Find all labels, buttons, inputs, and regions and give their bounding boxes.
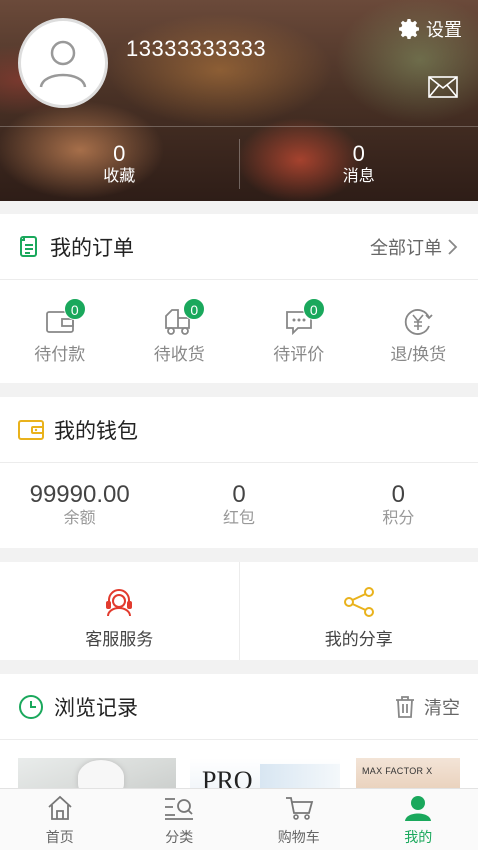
trash-icon — [396, 695, 414, 718]
chevron-right-icon — [448, 238, 458, 255]
orders-card: 我的订单 全部订单 0 待付款 0 待收货 0 待评价 退/换货 — [0, 214, 478, 383]
messages-stat[interactable]: 0 消息 — [240, 127, 478, 201]
clock-icon — [19, 694, 43, 719]
pending-receipt-badge: 0 — [183, 298, 206, 320]
order-pending-review-label: 待评价 — [273, 345, 325, 364]
balance-value: 99990.00 — [29, 481, 130, 508]
order-refund-exchange-label: 退/换货 — [390, 345, 447, 364]
tab-category-label: 分类 — [165, 829, 194, 845]
messages-label: 消息 — [342, 168, 375, 185]
tab-home[interactable]: 首页 — [0, 789, 120, 850]
product-thumb-3-brand: MAX FACTOR X — [362, 766, 433, 776]
clear-history-button[interactable]: 清空 — [394, 694, 460, 720]
favorites-count: 0 — [113, 141, 126, 166]
order-pending-payment-label: 待付款 — [34, 345, 86, 364]
mail-button[interactable] — [428, 76, 458, 103]
favorites-label: 收藏 — [103, 168, 136, 185]
my-share-button[interactable]: 我的分享 — [240, 562, 478, 660]
envelope-icon — [428, 76, 458, 98]
clear-history-label: 清空 — [424, 697, 460, 718]
stats-bar: 0 收藏 0 消息 — [0, 126, 478, 201]
profile-header: 13333333333 设置 0 收藏 0 消息 — [0, 0, 478, 201]
order-pending-receipt[interactable]: 0 待收货 — [120, 280, 240, 382]
messages-count: 0 — [352, 141, 365, 166]
wallet-row: 99990.00 余额 0 红包 0 积分 — [0, 463, 478, 547]
wallet-icon — [18, 419, 44, 440]
tab-mine-label: 我的 — [404, 829, 433, 845]
balance-label: 余额 — [63, 510, 96, 527]
customer-service-label: 客服服务 — [85, 630, 154, 649]
yen-refund-icon — [405, 309, 433, 335]
wallet-title: 我的钱包 — [54, 419, 138, 443]
order-refund-exchange[interactable]: 退/换货 — [359, 280, 478, 382]
category-search-icon — [165, 798, 194, 820]
red-packet-value: 0 — [232, 481, 246, 508]
order-pending-receipt-label: 待收货 — [153, 345, 205, 364]
balance-item[interactable]: 99990.00 余额 — [0, 463, 159, 547]
history-title: 浏览记录 — [54, 696, 138, 720]
cart-icon — [285, 797, 313, 820]
orders-header: 我的订单 全部订单 — [0, 214, 478, 280]
points-value: 0 — [391, 481, 405, 508]
order-list-icon — [20, 235, 37, 257]
pending-review-badge: 0 — [302, 298, 325, 320]
points-label: 积分 — [382, 510, 415, 527]
user-avatar-icon — [39, 40, 87, 88]
pending-payment-badge: 0 — [63, 298, 86, 320]
order-status-row: 0 待付款 0 待收货 0 待评价 退/换货 — [0, 280, 478, 382]
my-share-label: 我的分享 — [324, 630, 393, 649]
red-packet-label: 红包 — [222, 510, 255, 527]
user-phone: 13333333333 — [126, 36, 267, 61]
tab-mine[interactable]: 我的 — [359, 789, 478, 850]
services-card: 客服服务 我的分享 — [0, 562, 478, 660]
bottom-tab-bar: 首页 分类 购物车 我的 — [0, 788, 478, 850]
favorites-stat[interactable]: 0 收藏 — [0, 127, 239, 201]
wallet-header: 我的钱包 — [0, 397, 478, 463]
all-orders-label: 全部订单 — [370, 237, 442, 258]
customer-service-button[interactable]: 客服服务 — [0, 562, 239, 660]
history-header: 浏览记录 清空 — [0, 674, 478, 740]
tab-home-label: 首页 — [45, 829, 74, 845]
headset-icon — [106, 589, 133, 617]
points-item[interactable]: 0 积分 — [319, 463, 478, 547]
wallet-card: 我的钱包 99990.00 余额 0 红包 0 积分 — [0, 397, 478, 548]
avatar[interactable] — [18, 18, 108, 108]
order-pending-payment[interactable]: 0 待付款 — [0, 280, 120, 382]
red-packet-item[interactable]: 0 红包 — [159, 463, 318, 547]
settings-label: 设置 — [426, 20, 462, 40]
all-orders-link[interactable]: 全部订单 — [370, 234, 460, 260]
gear-icon — [399, 19, 419, 39]
order-pending-review[interactable]: 0 待评价 — [239, 280, 359, 382]
home-icon — [48, 795, 72, 820]
tab-category[interactable]: 分类 — [120, 789, 240, 850]
orders-title: 我的订单 — [50, 236, 134, 260]
share-icon — [343, 587, 374, 617]
tab-cart-label: 购物车 — [277, 829, 320, 845]
tab-cart[interactable]: 购物车 — [239, 789, 359, 850]
user-icon — [405, 796, 432, 821]
settings-button[interactable]: 设置 — [398, 16, 462, 42]
